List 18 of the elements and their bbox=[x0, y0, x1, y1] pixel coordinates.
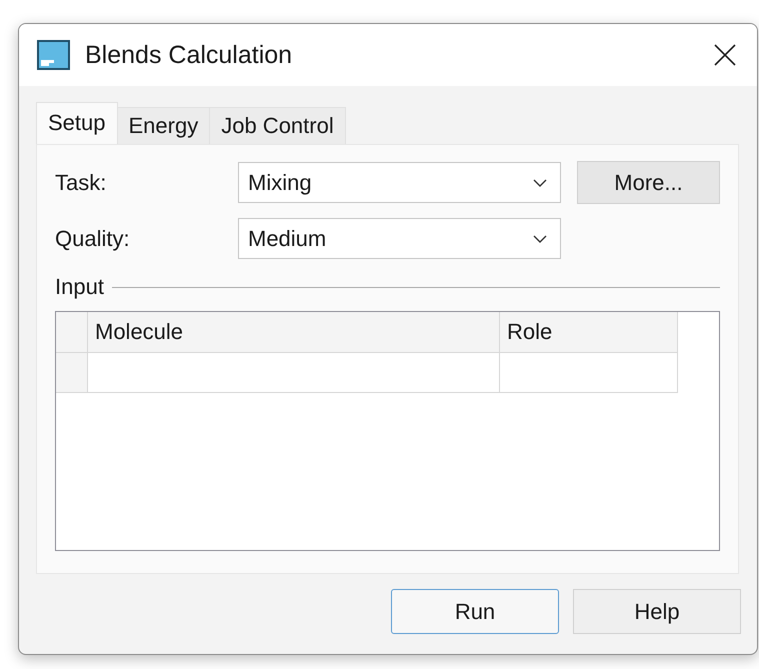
tab[interactable]: Job Control bbox=[209, 107, 346, 144]
tab[interactable]: Setup bbox=[36, 102, 118, 144]
dialog-button[interactable]: Help bbox=[573, 589, 741, 634]
field-label: Task: bbox=[55, 170, 108, 196]
app-icon bbox=[37, 40, 70, 70]
column-header[interactable]: Molecule bbox=[88, 312, 500, 353]
more-button[interactable]: More... bbox=[577, 161, 720, 204]
field-label: Quality: bbox=[55, 226, 131, 252]
dialog-button[interactable]: Run bbox=[391, 589, 559, 634]
tab[interactable]: Energy bbox=[116, 107, 210, 144]
window-title: Blends Calculation bbox=[85, 40, 294, 70]
chevron-down-icon bbox=[532, 178, 548, 188]
dropdown-field[interactable]: Mixing bbox=[238, 162, 561, 203]
close-icon[interactable] bbox=[713, 43, 737, 67]
chevron-down-icon bbox=[532, 234, 548, 244]
group-label: Input bbox=[55, 274, 104, 300]
dropdown-field[interactable]: Medium bbox=[238, 218, 561, 259]
column-header[interactable]: Role bbox=[500, 312, 678, 353]
